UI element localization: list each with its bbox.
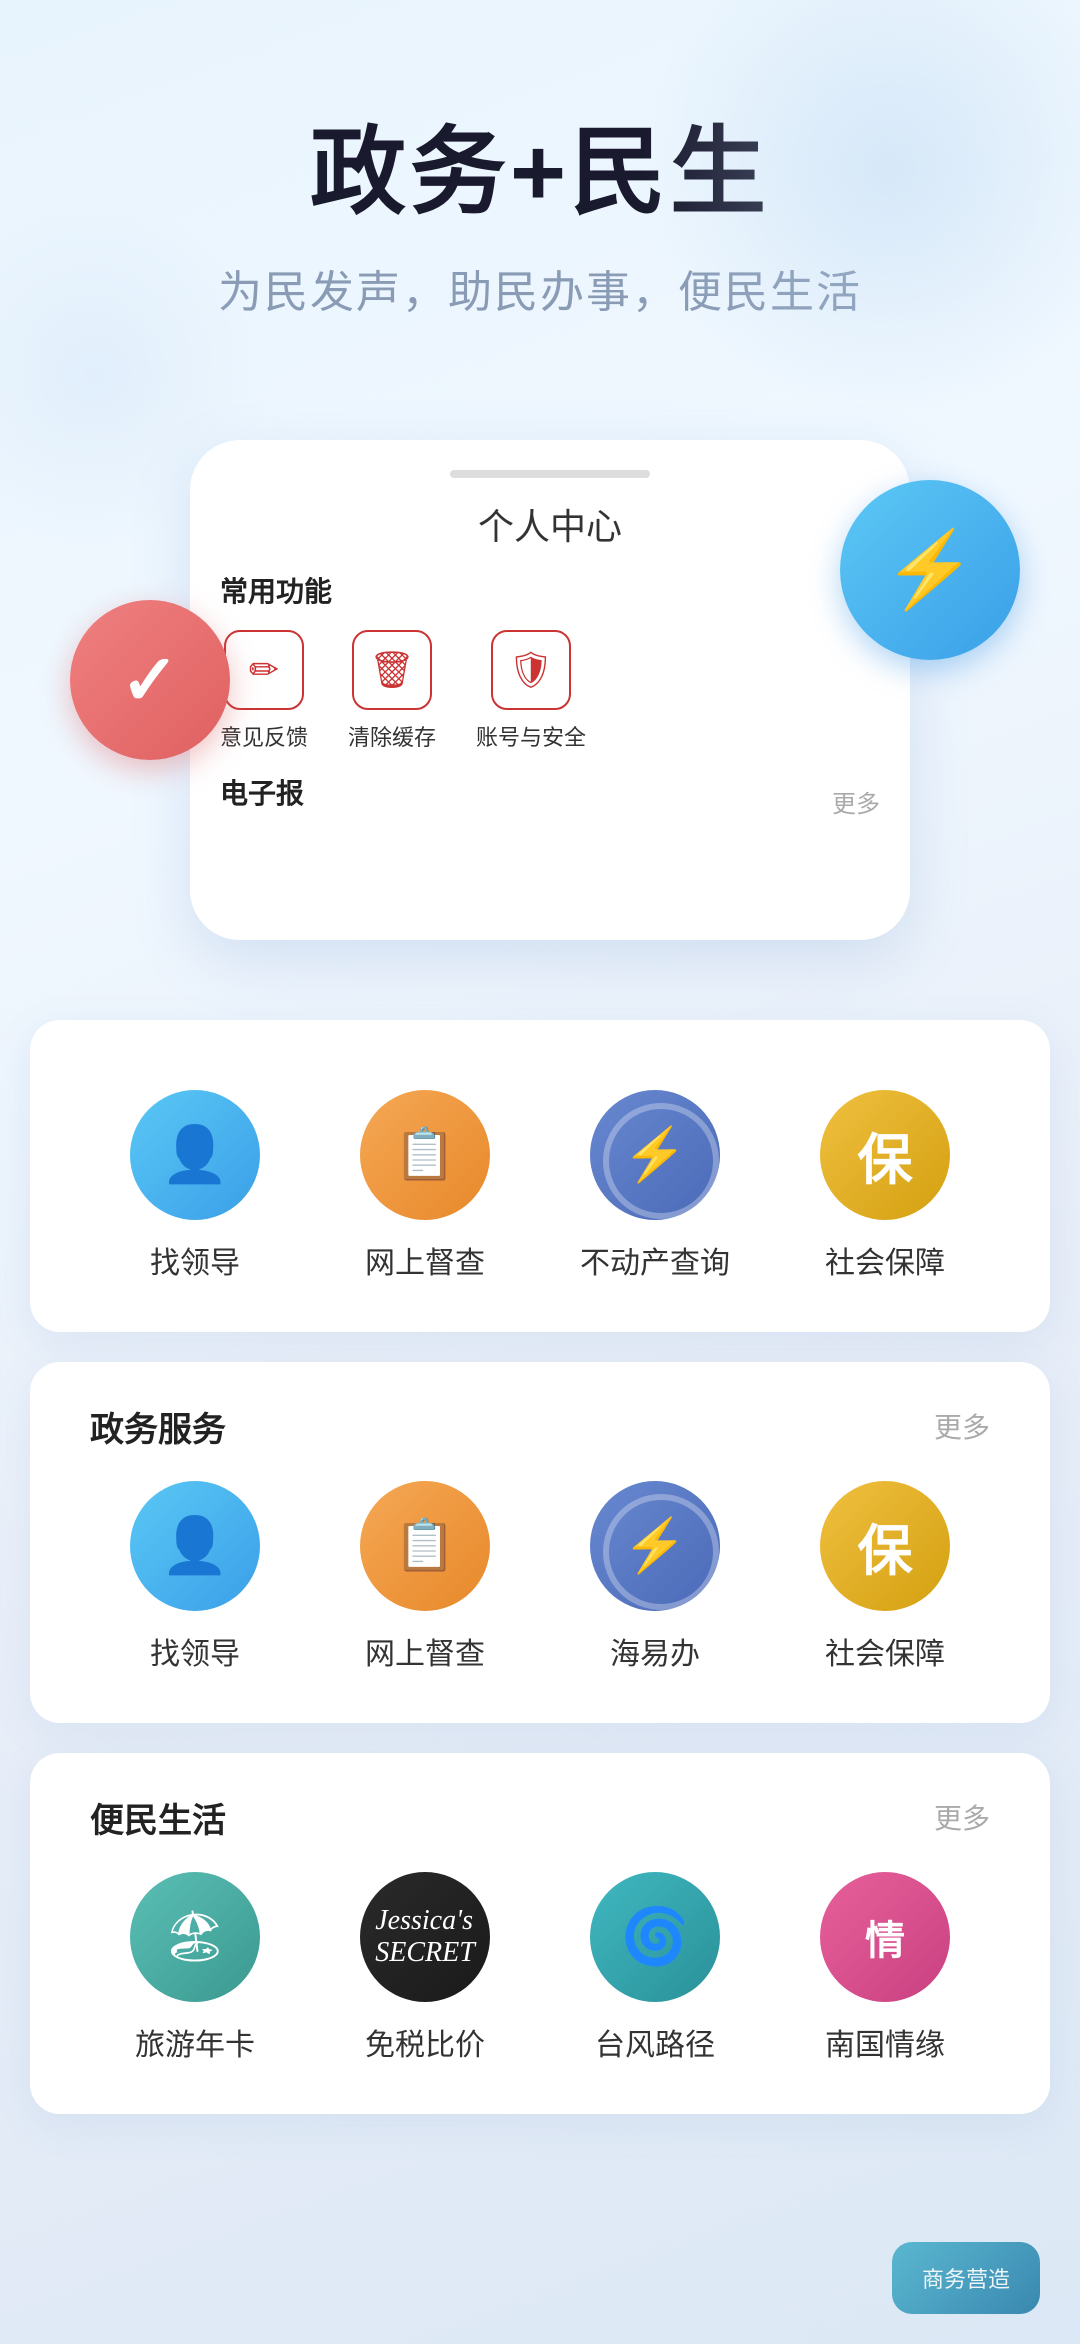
- life-services-title: 便民生活: [90, 1793, 226, 1842]
- property-circle: ⚡: [590, 1090, 720, 1220]
- social-security-circle: 保: [820, 1090, 950, 1220]
- bao-icon: 保: [857, 1115, 912, 1195]
- life-services-grid: 🏖 旅游年卡 Jessica'sSECRET 免税比价 🌀 台风路径 情 南国情…: [90, 1872, 990, 2064]
- gov-social-security-label: 社会保障: [825, 1629, 945, 1673]
- find-leader-label: 找领导: [150, 1238, 240, 1282]
- featured-services-grid: 👤 找领导 📋 网上督查 ⚡ 不动产查询 保 社会保障: [90, 1090, 990, 1282]
- gov-hai-easy[interactable]: ⚡ 海易办: [550, 1481, 760, 1673]
- clear-cache-icon-box: 🗑: [352, 630, 432, 710]
- phone-common-section: 常用功能: [220, 570, 880, 610]
- pink-check-circle: ✓: [70, 600, 230, 760]
- featured-service-social-security[interactable]: 保 社会保障: [780, 1090, 990, 1282]
- feedback-label: 意见反馈: [220, 720, 308, 752]
- gov-supervision-circle: 📋: [360, 1481, 490, 1611]
- newspaper-section: 电子报 更多: [220, 772, 880, 832]
- property-label: 不动产查询: [580, 1238, 730, 1282]
- trash-icon: 🗑: [369, 649, 415, 691]
- life-duty-free[interactable]: Jessica'sSECRET 免税比价: [320, 1872, 530, 2064]
- gov-find-leader-circle: 👤: [130, 1481, 260, 1611]
- nanguo-circle: 情: [820, 1872, 950, 2002]
- doc-icon: 📋: [394, 1125, 456, 1184]
- gov-supervision[interactable]: 📋 网上督查: [320, 1481, 530, 1673]
- shield-lightning-icon: ⚡: [883, 526, 976, 614]
- phone-notch: [450, 470, 650, 478]
- edit-icon: ✏: [249, 649, 279, 691]
- person-icon: 👤: [161, 1122, 229, 1187]
- featured-services-card: 👤 找领导 📋 网上督查 ⚡ 不动产查询 保 社会保障: [30, 1020, 1050, 1332]
- gov-social-security-circle: 保: [820, 1481, 950, 1611]
- clear-cache-label: 清除缓存: [348, 720, 436, 752]
- life-nanguo[interactable]: 情 南国情缘: [780, 1872, 990, 2064]
- nanguo-label: 南国情缘: [825, 2020, 945, 2064]
- phone-card-title: 个人中心: [220, 498, 880, 550]
- supervision-label: 网上督查: [365, 1238, 485, 1282]
- gov-social-security[interactable]: 保 社会保障: [780, 1481, 990, 1673]
- newspaper-title: 电子报: [220, 772, 304, 812]
- tourism-card-label: 旅游年卡: [135, 2020, 255, 2064]
- gov-supervision-label: 网上督查: [365, 1629, 485, 1673]
- clear-cache-item[interactable]: 🗑 清除缓存: [348, 630, 436, 752]
- duty-free-label: 免税比价: [365, 2020, 485, 2064]
- nanguo-icon: 情: [865, 1908, 905, 1966]
- typhoon-icon: 🌀: [621, 1904, 689, 1969]
- account-security-icon-box: 🛡: [491, 630, 571, 710]
- life-typhoon[interactable]: 🌀 台风路径: [550, 1872, 760, 2064]
- account-security-item[interactable]: 🛡 账号与安全: [476, 630, 586, 752]
- phone-mockup-area: ✓ ⚡ 个人中心 常用功能 ✏ 意见反馈 🗑 清除缓存 �: [90, 440, 990, 960]
- jessica-icon: Jessica'sSECRET: [375, 1905, 475, 1969]
- gov-person-icon: 👤: [161, 1513, 229, 1578]
- shield-icon: 🛡: [508, 649, 554, 691]
- supervision-circle: 📋: [360, 1090, 490, 1220]
- account-security-label: 账号与安全: [476, 720, 586, 752]
- lightning-icon: ⚡: [623, 1124, 688, 1185]
- typhoon-circle: 🌀: [590, 1872, 720, 2002]
- life-services-section: 便民生活 更多 🏖 旅游年卡 Jessica'sSECRET 免税比价 🌀 台风…: [30, 1753, 1050, 2114]
- gov-services-title: 政务服务: [90, 1402, 226, 1451]
- duty-free-circle: Jessica'sSECRET: [360, 1872, 490, 2002]
- feedback-item[interactable]: ✏ 意见反馈: [220, 630, 308, 752]
- phone-icons-row: ✏ 意见反馈 🗑 清除缓存 🛡 账号与安全: [220, 630, 880, 752]
- tourism-card-circle: 🏖: [130, 1872, 260, 2002]
- gov-services-header: 政务服务 更多: [90, 1402, 990, 1451]
- find-leader-circle: 👤: [130, 1090, 260, 1220]
- gov-lightning-icon: ⚡: [623, 1515, 688, 1576]
- life-tourism-card[interactable]: 🏖 旅游年卡: [90, 1872, 300, 2064]
- social-security-label: 社会保障: [825, 1238, 945, 1282]
- gov-doc-icon: 📋: [394, 1516, 456, 1575]
- gov-bao-icon: 保: [857, 1506, 912, 1586]
- gov-hai-easy-circle: ⚡: [590, 1481, 720, 1611]
- gov-services-more[interactable]: 更多: [934, 1406, 990, 1446]
- newspaper-more[interactable]: 更多: [832, 784, 880, 819]
- blue-shield-circle: ⚡: [840, 480, 1020, 660]
- gov-services-grid: 👤 找领导 📋 网上督查 ⚡ 海易办 保 社会保障: [90, 1481, 990, 1673]
- watermark-text: 商务营造: [922, 2267, 1010, 2292]
- featured-service-property[interactable]: ⚡ 不动产查询: [550, 1090, 760, 1282]
- typhoon-label: 台风路径: [595, 2020, 715, 2064]
- bottom-decoration: 商务营造: [0, 2144, 1080, 2344]
- life-services-more[interactable]: 更多: [934, 1797, 990, 1837]
- feedback-icon-box: ✏: [224, 630, 304, 710]
- phone-card: 个人中心 常用功能 ✏ 意见反馈 🗑 清除缓存 🛡 账号与安全: [190, 440, 910, 940]
- gov-find-leader[interactable]: 👤 找领导: [90, 1481, 300, 1673]
- check-icon: ✓: [121, 639, 180, 721]
- gov-find-leader-label: 找领导: [150, 1629, 240, 1673]
- gov-hai-easy-label: 海易办: [610, 1629, 700, 1673]
- tourism-icon: 🏖: [163, 1907, 226, 1966]
- featured-service-find-leader[interactable]: 👤 找领导: [90, 1090, 300, 1282]
- bottom-banner: 商务营造: [892, 2242, 1040, 2314]
- featured-service-supervision[interactable]: 📋 网上督查: [320, 1090, 530, 1282]
- gov-services-section: 政务服务 更多 👤 找领导 📋 网上督查 ⚡ 海易办 保: [30, 1362, 1050, 1723]
- life-services-header: 便民生活 更多: [90, 1793, 990, 1842]
